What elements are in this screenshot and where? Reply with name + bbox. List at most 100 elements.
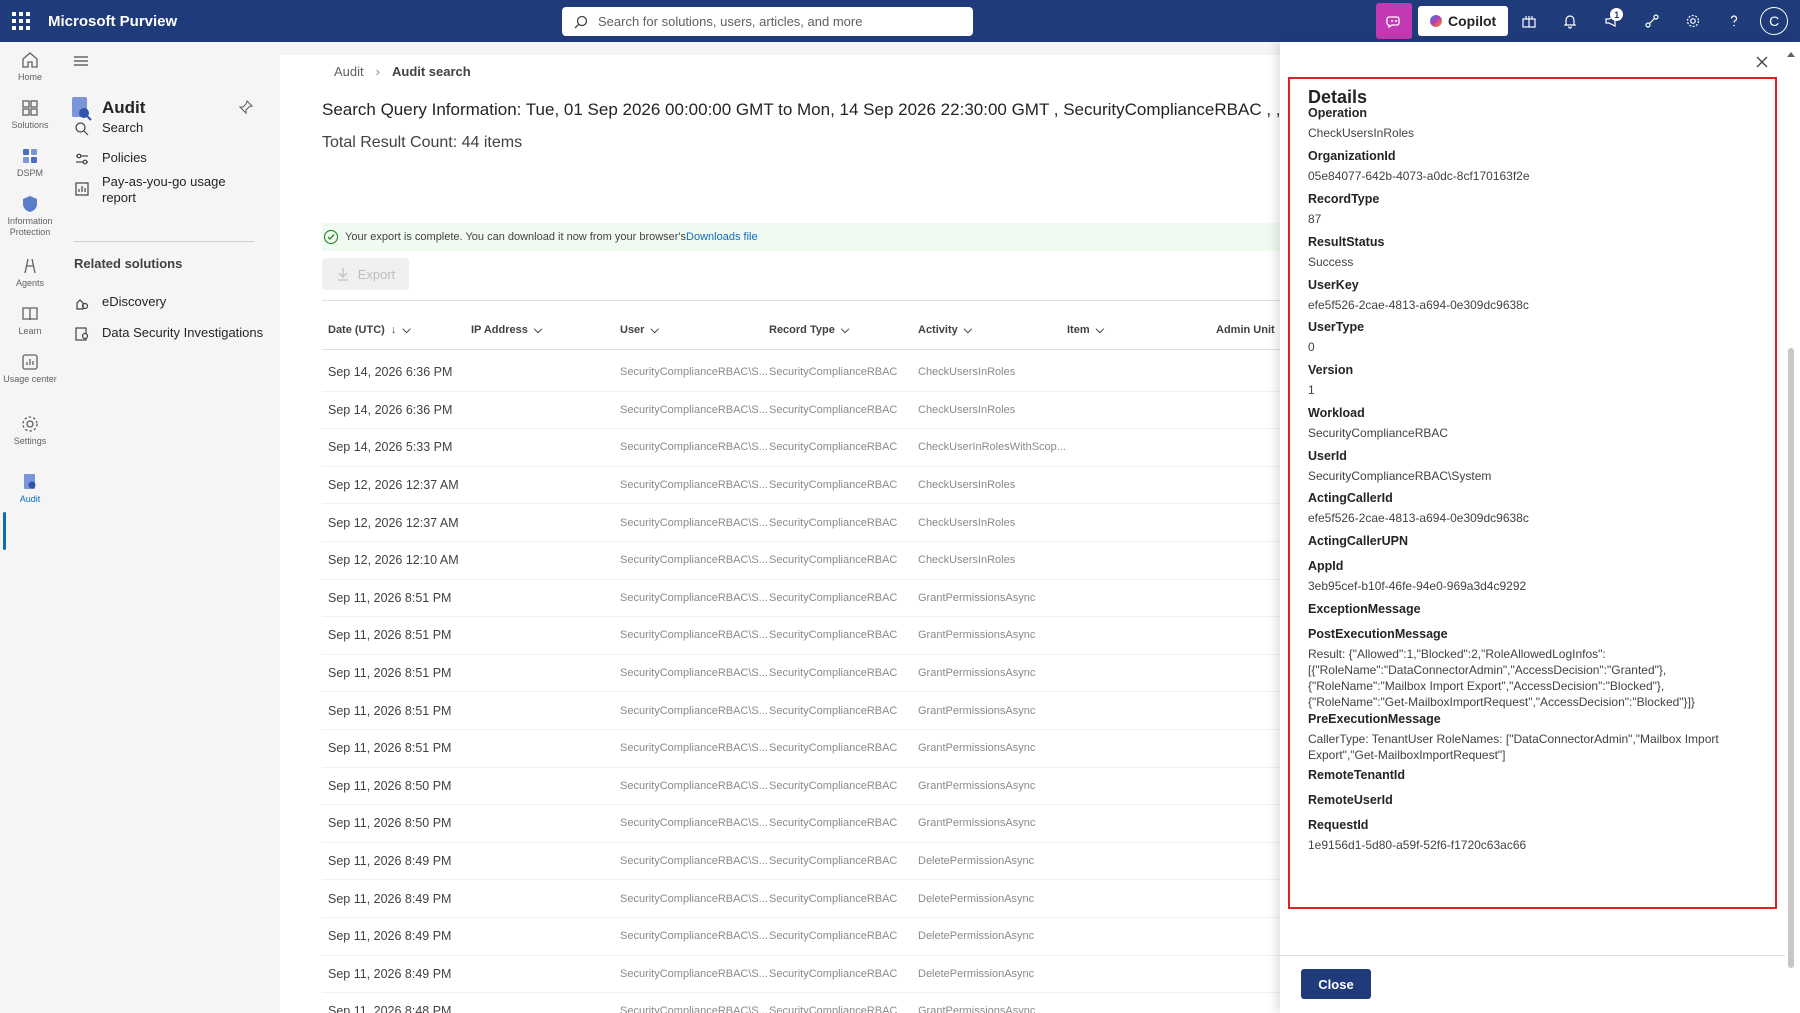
notifications-button[interactable] xyxy=(1549,3,1590,39)
user-cell: SecurityComplianceRBAC\S... xyxy=(620,366,768,379)
nav-item-ediscovery[interactable]: eDiscovery xyxy=(74,294,270,311)
rail-label: Audit xyxy=(19,494,41,504)
nav-item-data-security-investigations[interactable]: Data Security Investigations xyxy=(74,325,270,342)
copilot-label: Copilot xyxy=(1448,13,1497,29)
rail-item-dspm[interactable]: DSPM xyxy=(0,146,60,179)
rail-item-information-protection[interactable]: Information Protection xyxy=(0,194,60,238)
connections-button[interactable] xyxy=(1631,3,1672,39)
date-cell: Sep 11, 2026 8:50 PM xyxy=(328,816,452,831)
hamburger-icon xyxy=(74,56,88,66)
solutions-icon xyxy=(22,100,38,116)
rail-item-audit[interactable]: Audit xyxy=(0,472,60,505)
table-row[interactable]: Sep 11, 2026 8:49 PM SecurityComplianceRB… xyxy=(322,880,1280,918)
column-header-date[interactable]: Date (UTC) ↓ ⌵ xyxy=(322,317,471,343)
help-button[interactable] xyxy=(1713,3,1754,39)
date-cell: Sep 11, 2026 8:51 PM xyxy=(328,666,452,681)
export-button[interactable]: Export xyxy=(322,258,409,290)
close-panel-button[interactable] xyxy=(1752,52,1772,72)
export-complete-banner: Your export is complete. You can downloa… xyxy=(322,223,1280,251)
messages-button[interactable]: 1 xyxy=(1590,3,1631,39)
column-header-ip[interactable]: IP Address ⌵ xyxy=(471,317,620,343)
activity-cell: CheckUsersInRoles xyxy=(918,554,1016,567)
date-cell: Sep 11, 2026 8:49 PM xyxy=(328,891,452,906)
table-row[interactable]: Sep 11, 2026 8:51 PM SecurityComplianceRB… xyxy=(322,617,1280,655)
global-search[interactable] xyxy=(562,7,973,36)
table-row[interactable]: Sep 12, 2026 12:37 AM SecurityComplianceR… xyxy=(322,467,1280,505)
date-cell: Sep 12, 2026 12:37 AM xyxy=(328,478,459,493)
table-row[interactable]: Sep 12, 2026 12:37 AM SecurityComplianceR… xyxy=(322,504,1280,542)
column-header-item[interactable]: Item ⌵ xyxy=(1067,317,1216,343)
rail-item-settings[interactable]: Settings xyxy=(0,414,60,447)
field-label: OrganizationId xyxy=(1308,149,1396,163)
rail-item-usage-center[interactable]: Usage center xyxy=(0,352,60,385)
collapse-nav-button[interactable] xyxy=(72,52,90,70)
result-count: Total Result Count: 44 items xyxy=(322,134,523,151)
downloads-link[interactable]: Downloads file xyxy=(686,231,758,243)
banner-text: Your export is complete. You can downloa… xyxy=(345,231,687,243)
field-label: UserKey xyxy=(1308,278,1359,292)
rail-item-home[interactable]: Home xyxy=(0,50,60,83)
table-row[interactable]: Sep 11, 2026 8:51 PM SecurityComplianceRB… xyxy=(322,692,1280,730)
details-scroll-area[interactable]: Details Operation CheckUsersInRoles Organi… xyxy=(1280,78,1785,998)
field-label: ExceptionMessage xyxy=(1308,602,1421,616)
nav-item-policies[interactable]: Policies xyxy=(74,150,270,167)
detail-field-actingcallerid: ActingCallerId efe5f526-2cae-4813-a694-0e… xyxy=(1308,489,1758,526)
activity-cell: GrantPermissionsAsync xyxy=(918,667,1036,680)
table-row[interactable]: Sep 14, 2026 5:33 PM SecurityComplianceRB… xyxy=(322,429,1280,467)
column-header-record-type[interactable]: Record Type ⌵ xyxy=(769,317,918,343)
user-cell: SecurityComplianceRBAC\S... xyxy=(620,479,768,492)
close-button[interactable]: Close xyxy=(1301,969,1371,999)
table-row[interactable]: Sep 14, 2026 6:36 PM SecurityComplianceRB… xyxy=(322,354,1280,392)
nav-item-pay-as-you-go[interactable]: Pay-as-you-go usage report xyxy=(74,174,270,206)
search-input[interactable] xyxy=(598,14,958,29)
divider xyxy=(322,349,1280,350)
nav-divider xyxy=(74,241,254,242)
rail-label: Usage center xyxy=(3,374,57,384)
rail-active-indicator xyxy=(3,512,6,550)
field-value: 1e9156d1-5d80-a59f-52f6-f1720c63ac66 xyxy=(1308,838,1527,852)
table-row[interactable]: Sep 11, 2026 8:49 PM SecurityComplianceRB… xyxy=(322,918,1280,956)
rail-label: Solutions xyxy=(11,120,49,130)
table-row[interactable]: Sep 11, 2026 8:50 PM SecurityComplianceRB… xyxy=(322,805,1280,843)
activity-cell: CheckUsersInRoles xyxy=(918,403,1016,416)
rail-label: Agents xyxy=(15,278,45,288)
rail-item-solutions[interactable]: Solutions xyxy=(0,98,60,131)
detail-field-preexecutionmessage: PreExecutionMessage CallerType: TenantUse… xyxy=(1308,710,1758,763)
table-row[interactable]: Sep 11, 2026 8:50 PM SecurityComplianceRB… xyxy=(322,768,1280,806)
table-row[interactable]: Sep 11, 2026 8:51 PM SecurityComplianceRB… xyxy=(322,655,1280,693)
table-row[interactable]: Sep 14, 2026 6:36 PM SecurityComplianceRB… xyxy=(322,392,1280,430)
field-value: 87 xyxy=(1308,212,1322,226)
nav-item-search[interactable]: Search xyxy=(74,120,270,137)
field-label: RemoteTenantId xyxy=(1308,768,1405,782)
scroll-up-arrow-icon[interactable] xyxy=(1787,52,1795,57)
audit-icon xyxy=(24,474,36,489)
column-header-user[interactable]: User ⌵ xyxy=(620,317,769,343)
pin-button[interactable] xyxy=(238,99,254,118)
scroll-thumb[interactable] xyxy=(1788,348,1794,968)
app-title[interactable]: Microsoft Purview xyxy=(48,13,177,30)
chevron-down-icon: ⌵ xyxy=(840,323,850,336)
details-scrollbar[interactable] xyxy=(1786,52,1796,1002)
whats-new-button[interactable] xyxy=(1508,3,1549,39)
column-header-admin-unit[interactable]: Admin Unit xyxy=(1216,317,1280,343)
date-cell: Sep 11, 2026 8:49 PM xyxy=(328,966,452,981)
table-row[interactable]: Sep 11, 2026 8:49 PM SecurityComplianceRB… xyxy=(322,956,1280,994)
avatar[interactable]: C xyxy=(1760,7,1789,35)
rail-item-agents[interactable]: Agents xyxy=(0,256,60,289)
table-row[interactable]: Sep 11, 2026 8:49 PM SecurityComplianceRB… xyxy=(322,843,1280,881)
table-row[interactable]: Sep 11, 2026 8:48 PM SecurityComplianceRB… xyxy=(322,993,1280,1013)
user-cell: SecurityComplianceRBAC\S... xyxy=(620,516,768,529)
top-bar: Microsoft Purview Copilot 1 xyxy=(0,0,1800,42)
table-row[interactable]: Sep 12, 2026 12:10 AM SecurityComplianceR… xyxy=(322,542,1280,580)
date-cell: Sep 12, 2026 12:37 AM xyxy=(328,515,459,530)
rail-item-learn[interactable]: Learn xyxy=(0,304,60,337)
breadcrumb-parent[interactable]: Audit xyxy=(334,64,364,79)
detail-field-version: Version 1 xyxy=(1308,361,1758,398)
settings-button[interactable] xyxy=(1672,3,1713,39)
app-launcher-button[interactable] xyxy=(0,0,42,42)
column-header-activity[interactable]: Activity ⌵ xyxy=(918,317,1067,343)
copilot-button[interactable]: Copilot xyxy=(1418,6,1509,36)
table-row[interactable]: Sep 11, 2026 8:51 PM SecurityComplianceRB… xyxy=(322,730,1280,768)
copilot-agent-button[interactable] xyxy=(1376,3,1412,39)
table-row[interactable]: Sep 11, 2026 8:51 PM SecurityComplianceRB… xyxy=(322,580,1280,618)
